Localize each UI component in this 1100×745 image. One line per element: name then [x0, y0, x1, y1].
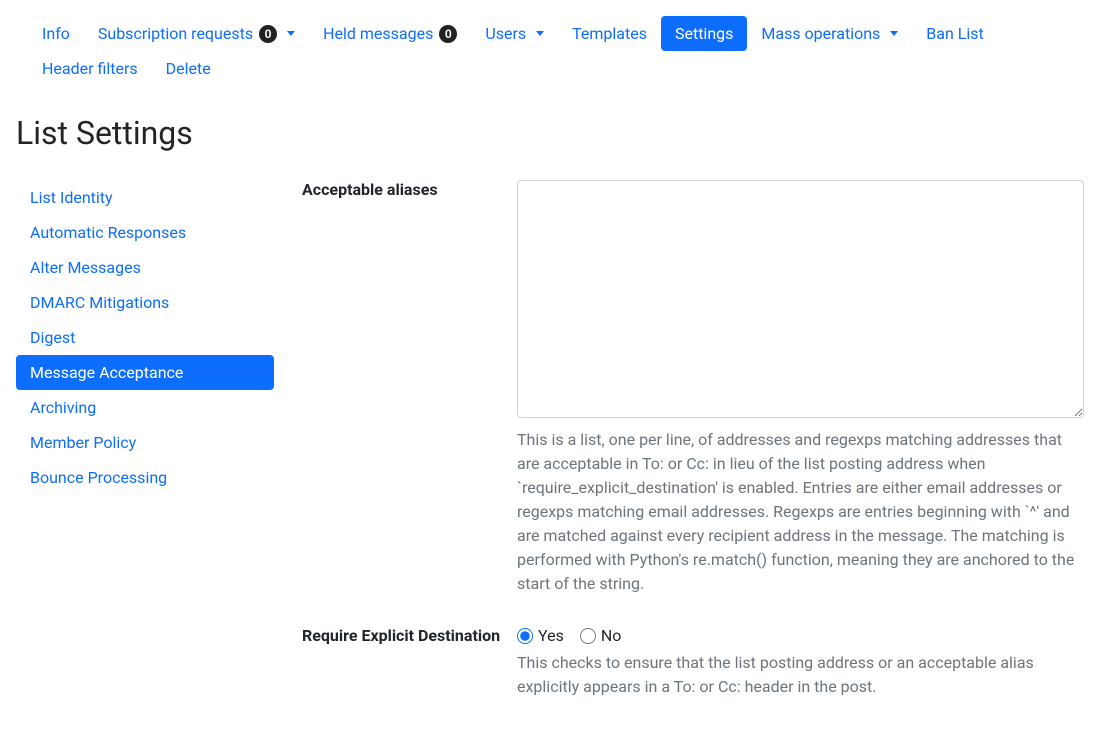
top-nav: Info Subscription requests 0 Held messag… [16, 16, 1084, 86]
sidenav-message-acceptance[interactable]: Message Acceptance [16, 355, 274, 390]
held-messages-badge: 0 [439, 25, 457, 43]
sidenav-automatic-responses[interactable]: Automatic Responses [16, 215, 274, 250]
nav-mass-operations-label: Mass operations [761, 24, 880, 43]
nav-header-filters[interactable]: Header filters [28, 51, 152, 86]
acceptable-aliases-label: Acceptable aliases [302, 180, 517, 199]
sidenav-alter-messages[interactable]: Alter Messages [16, 250, 274, 285]
nav-delete[interactable]: Delete [152, 51, 225, 86]
chevron-down-icon [287, 31, 295, 36]
chevron-down-icon [536, 31, 544, 36]
page-title: List Settings [16, 114, 1084, 152]
nav-settings[interactable]: Settings [661, 16, 747, 51]
settings-form: Acceptable aliases This is a list, one p… [286, 180, 1084, 729]
sidenav-list-identity[interactable]: List Identity [16, 180, 274, 215]
sidenav-digest[interactable]: Digest [16, 320, 274, 355]
nav-mass-operations[interactable]: Mass operations [747, 16, 912, 51]
subscription-requests-badge: 0 [259, 25, 277, 43]
nav-templates[interactable]: Templates [558, 16, 661, 51]
require-explicit-destination-yes[interactable]: Yes [517, 626, 564, 645]
nav-ban-list[interactable]: Ban List [912, 16, 997, 51]
require-explicit-destination-help: This checks to ensure that the list post… [517, 651, 1084, 699]
nav-held-messages[interactable]: Held messages 0 [309, 16, 471, 51]
require-explicit-destination-yes-radio[interactable] [517, 628, 533, 644]
sidenav-dmarc-mitigations[interactable]: DMARC Mitigations [16, 285, 274, 320]
nav-users-label: Users [485, 24, 526, 43]
chevron-down-icon [890, 31, 898, 36]
nav-subscription-requests[interactable]: Subscription requests 0 [84, 16, 309, 51]
settings-side-nav: List Identity Automatic Responses Alter … [16, 180, 286, 495]
acceptable-aliases-help: This is a list, one per line, of address… [517, 428, 1084, 596]
nav-subscription-requests-label: Subscription requests [98, 24, 253, 43]
require-explicit-destination-yes-label: Yes [538, 626, 564, 645]
require-explicit-destination-no[interactable]: No [580, 626, 622, 645]
acceptable-aliases-input[interactable] [517, 180, 1084, 418]
nav-users[interactable]: Users [471, 16, 558, 51]
sidenav-bounce-processing[interactable]: Bounce Processing [16, 460, 274, 495]
nav-held-messages-label: Held messages [323, 24, 433, 43]
require-explicit-destination-no-label: No [601, 626, 622, 645]
sidenav-member-policy[interactable]: Member Policy [16, 425, 274, 460]
require-explicit-destination-no-radio[interactable] [580, 628, 596, 644]
nav-info[interactable]: Info [28, 16, 84, 51]
sidenav-archiving[interactable]: Archiving [16, 390, 274, 425]
require-explicit-destination-label: Require Explicit Destination [302, 626, 517, 645]
